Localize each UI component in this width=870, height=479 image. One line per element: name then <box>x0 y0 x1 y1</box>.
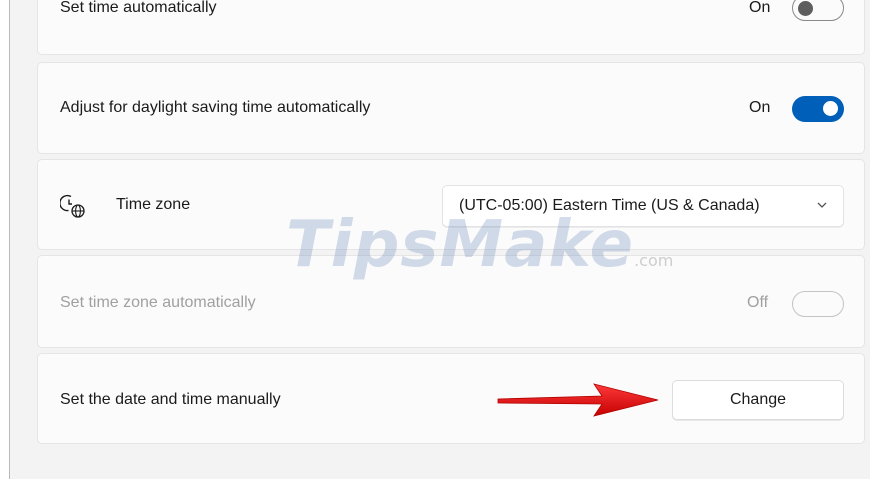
daylight-saving-label: Adjust for daylight saving time automati… <box>60 99 371 116</box>
manual-date-time-label: Set the date and time manually <box>60 391 281 408</box>
manual-date-time-card: Set the date and time manually Change <box>37 353 865 444</box>
daylight-saving-toggle[interactable] <box>792 96 844 122</box>
chevron-down-icon <box>815 198 829 212</box>
set-time-automatically-label: Set time automatically <box>60 0 217 16</box>
red-arrow-icon <box>497 383 659 417</box>
daylight-saving-card: Adjust for daylight saving time automati… <box>37 62 865 154</box>
set-time-automatically-card: Set time automatically On <box>37 0 865 55</box>
toggle-knob <box>823 101 838 116</box>
time-zone-label: Time zone <box>116 196 191 213</box>
watermark-logo: TipsMake.com <box>286 208 674 282</box>
set-time-automatically-toggle[interactable] <box>792 0 844 21</box>
time-zone-auto-label: Set time zone automatically <box>60 294 256 311</box>
daylight-saving-state: On <box>749 99 771 116</box>
time-zone-auto-state: Off <box>747 294 769 311</box>
set-time-automatically-state: On <box>749 0 771 16</box>
toggle-knob <box>798 1 813 16</box>
clock-globe-icon <box>59 193 86 219</box>
change-button[interactable]: Change <box>672 380 844 420</box>
time-zone-auto-toggle[interactable] <box>792 291 844 317</box>
